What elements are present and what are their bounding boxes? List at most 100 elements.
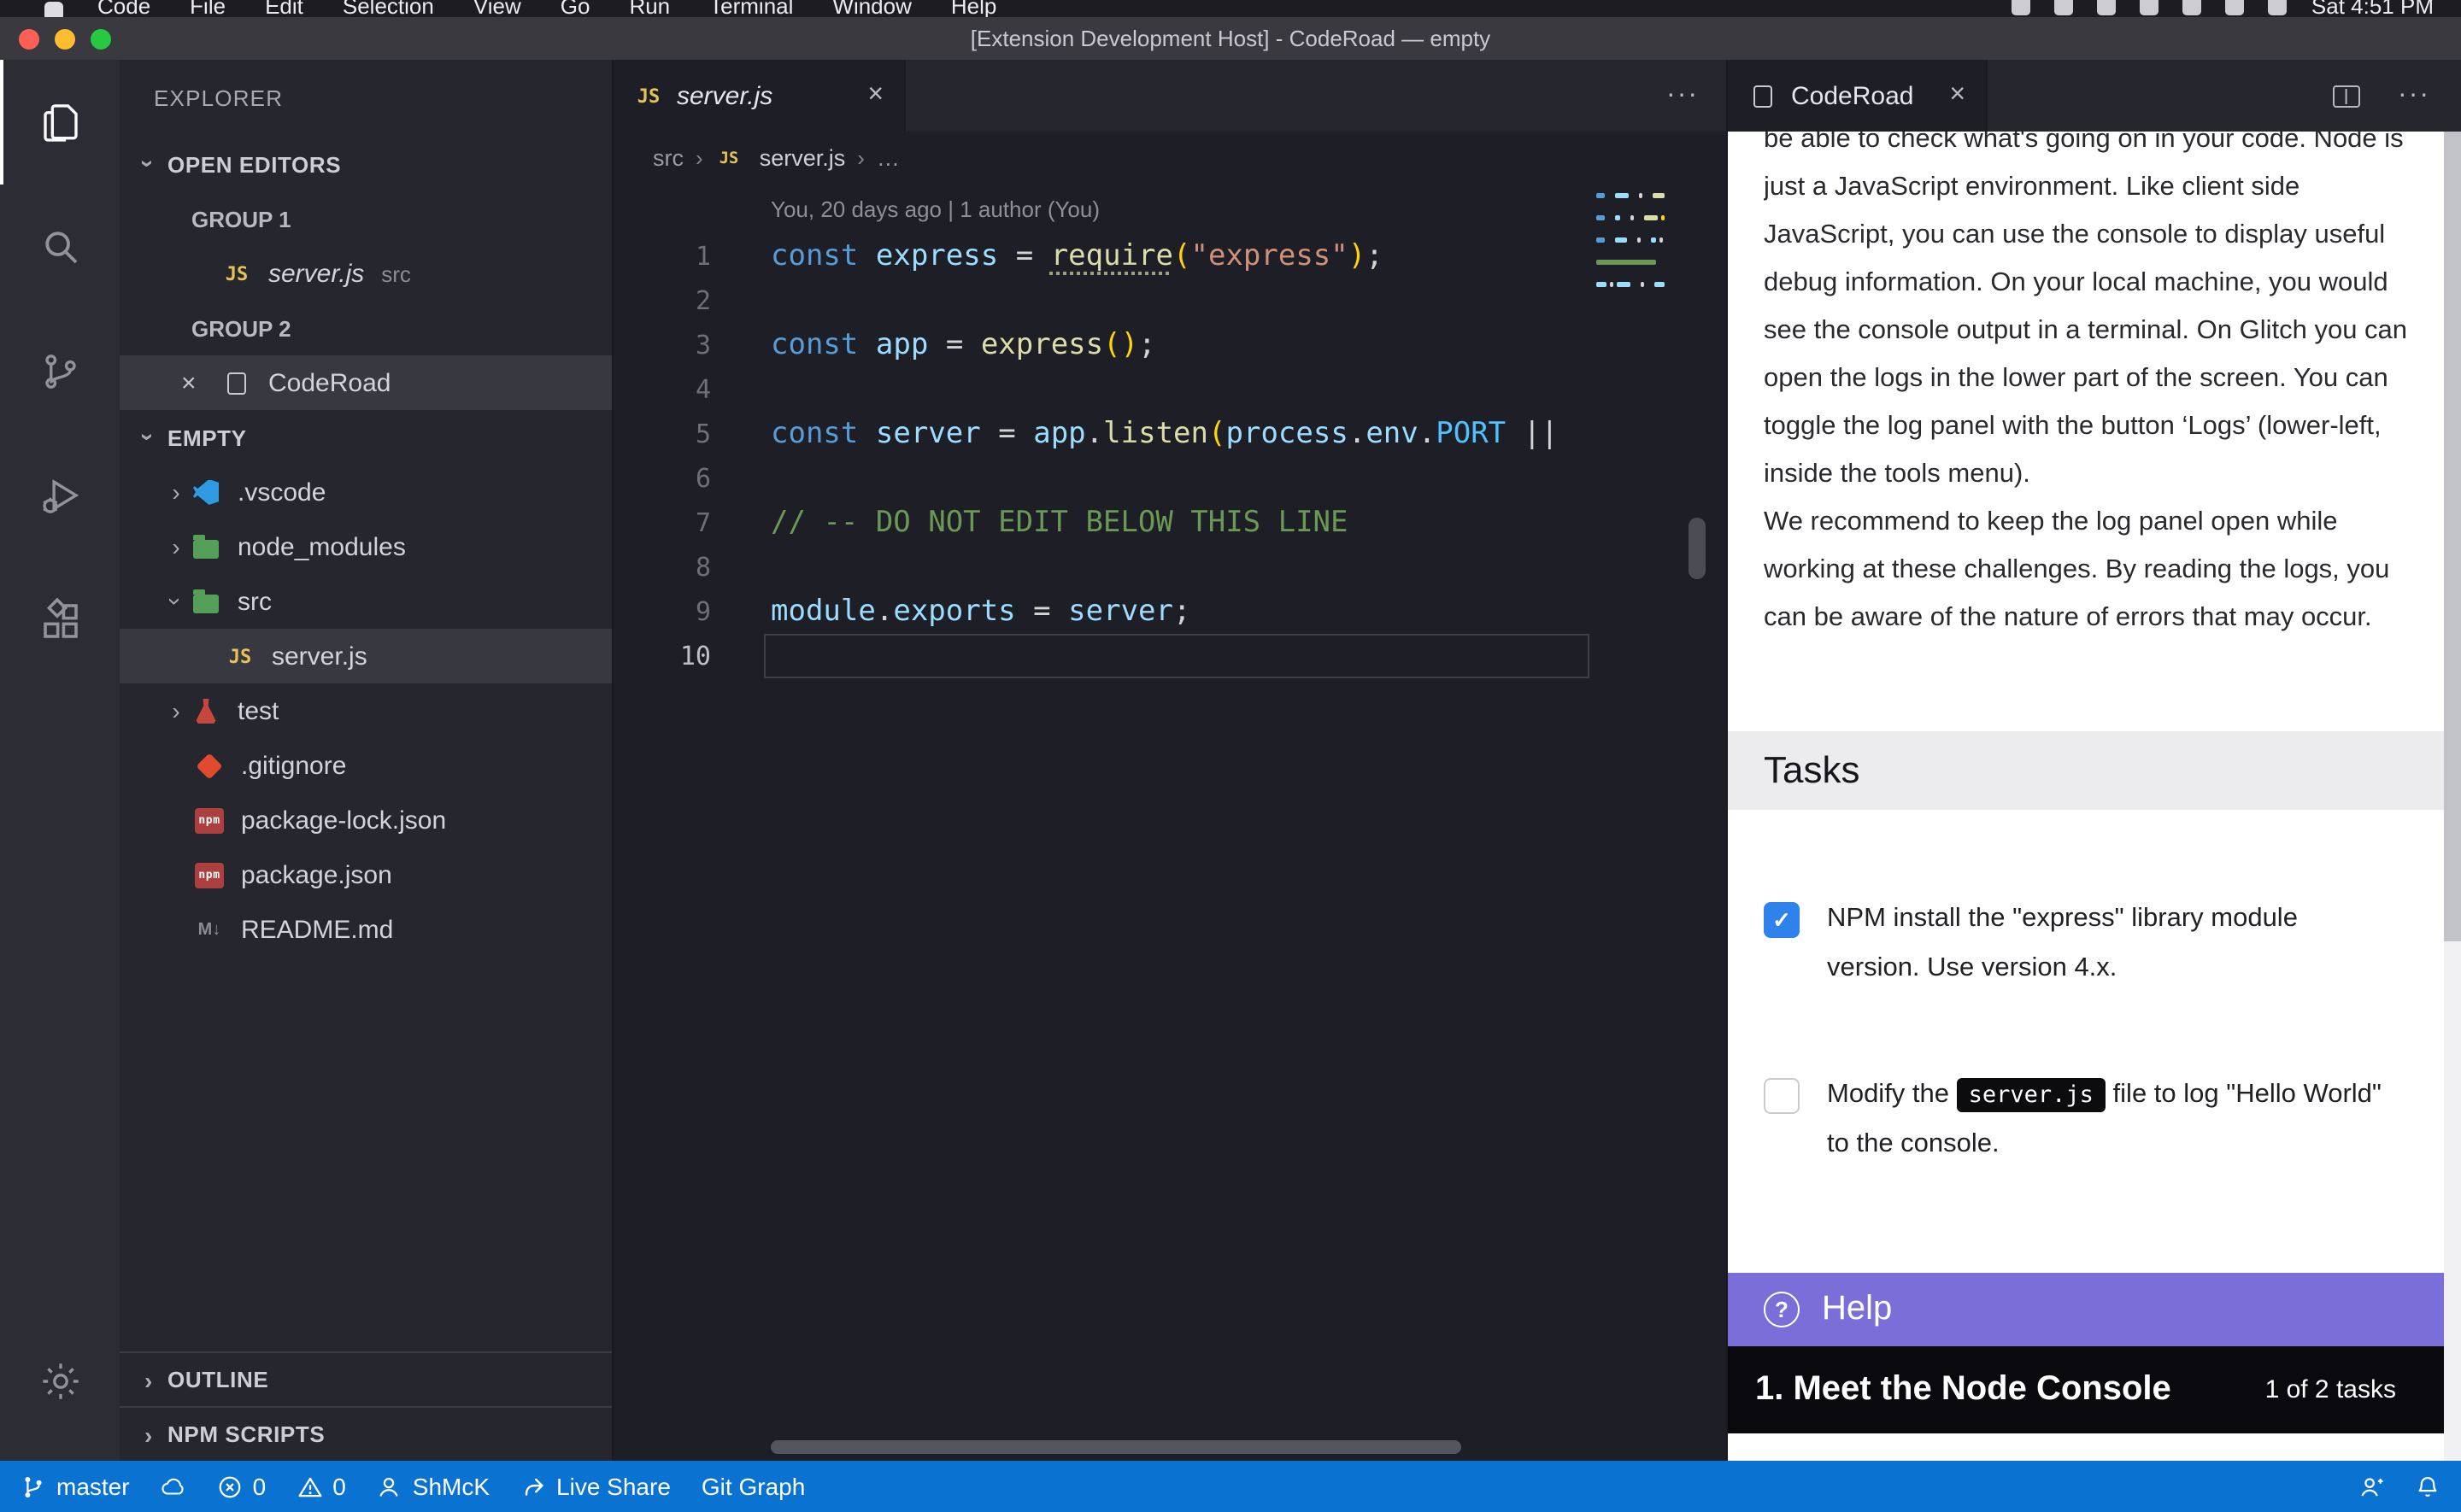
explorer-item-server-js[interactable]: JSserver.js <box>120 629 612 683</box>
explorer-item-package-json[interactable]: npmpackage.json <box>120 847 612 902</box>
help-label: Help <box>1822 1290 1892 1329</box>
titlebar[interactable]: [Extension Development Host] - CodeRoad … <box>0 17 2461 60</box>
status-master[interactable]: master <box>21 1473 130 1500</box>
js-icon: JS <box>717 146 742 171</box>
menubar-status-icon[interactable] <box>2055 0 2074 15</box>
status-cloud[interactable] <box>161 1474 186 1499</box>
lesson-text: be able to check what's going on in your… <box>1764 132 2423 706</box>
tab-server-js[interactable]: JS server.js × <box>614 60 906 132</box>
menu-item-terminal[interactable]: Terminal <box>709 0 793 17</box>
codelens-annotation[interactable]: You, 20 days ago | 1 author (You) <box>771 196 1726 234</box>
traffic-light-zoom[interactable] <box>91 28 111 49</box>
menu-item-selection[interactable]: Selection <box>343 0 434 17</box>
breadcrumb-item-src[interactable]: src <box>653 145 684 171</box>
code-line-9[interactable]: 9module.exports = server; <box>614 589 1593 634</box>
menubar-status-icon[interactable] <box>2269 0 2288 15</box>
split-editor-icon[interactable] <box>2316 85 2377 107</box>
group-group-1[interactable]: GROUP 1 <box>120 191 612 246</box>
activity-explorer-icon[interactable] <box>0 60 120 185</box>
webview-scrollbar[interactable] <box>2444 132 2461 1461</box>
status-0[interactable]: 0 <box>297 1473 346 1500</box>
file-icon <box>1748 81 1777 110</box>
code-line-1[interactable]: 1const express = require("express"); <box>614 234 1593 278</box>
explorer-item-test[interactable]: ›test <box>120 683 612 738</box>
close-icon[interactable]: × <box>181 368 222 397</box>
menu-item-file[interactable]: File <box>190 0 226 17</box>
task-text: NPM install the "express" library module… <box>1827 895 2391 993</box>
explorer-item-src[interactable]: ›src <box>120 574 612 629</box>
code-line-10[interactable]: 10 <box>614 634 1593 678</box>
folder-icon <box>191 587 220 616</box>
test-icon <box>191 696 220 725</box>
code-line-4[interactable]: 4 <box>614 367 1593 412</box>
close-icon[interactable]: × <box>1935 80 1965 111</box>
lesson-footer[interactable]: 1. Meet the Node Console 1 of 2 tasks <box>1728 1346 2444 1433</box>
activity-search-icon[interactable] <box>0 185 120 309</box>
menu-item-go[interactable]: Go <box>561 0 590 17</box>
section-empty[interactable]: ›EMPTY <box>120 410 612 465</box>
minimap[interactable] <box>1593 186 1665 302</box>
menubar-status-icon[interactable] <box>2098 0 2117 15</box>
section-outline[interactable]: ›OUTLINE <box>120 1351 612 1406</box>
explorer-item-coderoad[interactable]: ×CodeRoad <box>120 355 612 410</box>
breadcrumb-item-more[interactable]: … <box>877 145 900 171</box>
explorer-item-server-js[interactable]: JSserver.jssrc <box>120 246 612 301</box>
editor-vertical-scrollbar[interactable] <box>1689 518 1706 579</box>
explorer-item-package-lock-json[interactable]: npmpackage-lock.json <box>120 793 612 847</box>
menu-item-code[interactable]: Code <box>97 0 150 17</box>
code-line-2[interactable]: 2 <box>614 278 1593 323</box>
traffic-light-minimize[interactable] <box>55 28 75 49</box>
status-bell[interactable] <box>2415 1474 2440 1499</box>
activity-run-debug-icon[interactable] <box>0 434 120 559</box>
editor-more-actions-icon[interactable]: ··· <box>1639 60 1726 132</box>
close-icon[interactable]: × <box>854 80 884 111</box>
menubar-status-icon[interactable] <box>2012 0 2031 15</box>
activity-extensions-icon[interactable] <box>0 559 120 683</box>
menubar-status-icon[interactable] <box>2141 0 2159 15</box>
task-checkbox[interactable] <box>1764 1078 1800 1114</box>
editor-horizontal-scrollbar[interactable] <box>771 1440 1461 1454</box>
line-number: 4 <box>614 374 711 405</box>
coderoad-webview: be able to check what's going on in your… <box>1728 132 2461 1461</box>
status-0[interactable]: 0 <box>217 1473 267 1500</box>
menu-item-view[interactable]: View <box>473 0 521 17</box>
apple-menu-icon[interactable] <box>44 2 63 17</box>
section-open-editors[interactable]: ›OPEN EDITORS <box>120 137 612 191</box>
breadcrumb-item-server-js[interactable]: server.js <box>760 145 846 171</box>
menu-item-window[interactable]: Window <box>832 0 912 17</box>
editor-tabbar: JS server.js × ··· <box>614 60 1726 132</box>
task-list: ✓ NPM install the "express" library modul… <box>1764 895 2391 1169</box>
status-git-graph[interactable]: Git Graph <box>702 1473 805 1500</box>
line-number: 10 <box>614 641 711 671</box>
activity-source-control-icon[interactable] <box>0 309 120 434</box>
status-live-share[interactable]: Live Share <box>520 1473 671 1500</box>
explorer-item-vscode[interactable]: ›.vscode <box>120 465 612 519</box>
tab-coderoad[interactable]: CodeRoad × <box>1728 60 1988 132</box>
task-checkbox[interactable]: ✓ <box>1764 902 1800 938</box>
menu-item-run[interactable]: Run <box>629 0 670 17</box>
panel-more-actions-icon[interactable]: ··· <box>2381 80 2447 111</box>
explorer-item-readme-md[interactable]: M↓README.md <box>120 902 612 957</box>
code-editor[interactable]: You, 20 days ago | 1 author (You) 1const… <box>614 185 1726 1461</box>
explorer-item-node-modules[interactable]: ›node_modules <box>120 519 612 574</box>
activity-settings-icon[interactable] <box>0 1319 120 1444</box>
menu-item-help[interactable]: Help <box>951 0 997 17</box>
menu-item-edit[interactable]: Edit <box>265 0 303 17</box>
status-feedback[interactable] <box>2358 1474 2384 1499</box>
status-shmck[interactable]: ShMcK <box>377 1473 490 1500</box>
code-line-8[interactable]: 8 <box>614 545 1593 589</box>
code-line-5[interactable]: 5const server = app.listen(process.env.P… <box>614 412 1593 456</box>
menubar-status-icon[interactable] <box>2183 0 2202 15</box>
code-line-6[interactable]: 6 <box>614 456 1593 501</box>
lesson-paragraph: be able to check what's going on in your… <box>1764 132 2423 499</box>
section-npm-scripts[interactable]: ›NPM SCRIPTS <box>120 1406 612 1461</box>
webview-scrollbar-thumb[interactable] <box>2444 132 2461 941</box>
menubar-status-area: Sat 4:51 PM <box>2012 0 2434 17</box>
code-line-7[interactable]: 7// -- DO NOT EDIT BELOW THIS LINE <box>614 501 1593 545</box>
group-group-2[interactable]: GROUP 2 <box>120 301 612 355</box>
help-bar[interactable]: ? Help <box>1728 1273 2444 1346</box>
menubar-status-icon[interactable] <box>2226 0 2245 15</box>
explorer-item-gitignore[interactable]: .gitignore <box>120 738 612 793</box>
code-line-3[interactable]: 3const app = express(); <box>614 323 1593 367</box>
traffic-light-close[interactable] <box>19 28 39 49</box>
